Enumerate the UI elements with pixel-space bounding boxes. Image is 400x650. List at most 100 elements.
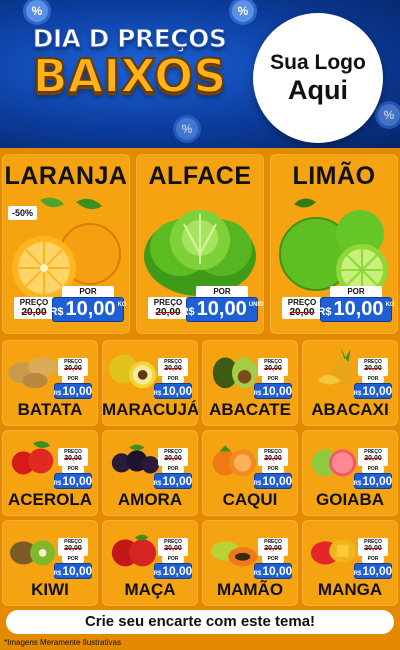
product-card-10[interactable]: PREÇO 20,00 POR R$ 10,00 MAÇA bbox=[102, 520, 198, 606]
currency: R$ bbox=[49, 306, 64, 318]
por-label: POR bbox=[362, 376, 384, 383]
current-price: R$ 10,00 bbox=[54, 473, 92, 489]
price-tag: PREÇO 20,00 POR R$ 10,00 bbox=[154, 538, 192, 582]
old-price: 20,00 bbox=[164, 365, 182, 372]
price-tag: POR PREÇO 20,00 R$ 10,00 KG bbox=[14, 286, 127, 326]
old-price: 20,00 bbox=[364, 545, 382, 552]
product-name: MAÇA bbox=[124, 580, 176, 599]
product-name: ABACATE bbox=[209, 400, 291, 419]
product-card-8[interactable]: PREÇO 20,00 POR R$ 10,00 GOIABA bbox=[302, 430, 398, 516]
product-card-12[interactable]: PREÇO 20,00 POR R$ 10,00 MANGA bbox=[302, 520, 398, 606]
old-price: 20,00 bbox=[164, 545, 182, 552]
product-name: KIWI bbox=[31, 580, 69, 599]
product-card-6[interactable]: PREÇO 20,00 POR R$ 10,00 AMORA bbox=[102, 430, 198, 516]
current-price: R$ 10,00 bbox=[354, 563, 392, 579]
price-value: 10,00 bbox=[362, 474, 393, 488]
price-value: 10,00 bbox=[62, 474, 93, 488]
currency: R$ bbox=[153, 391, 162, 397]
por-label: POR bbox=[262, 556, 284, 563]
create-flyer-button[interactable]: Crie seu encarte com este tema! bbox=[6, 610, 394, 634]
disclaimer-text: *Imagens Meramente Ilustrativas bbox=[4, 638, 121, 647]
old-price: 20,00 bbox=[264, 365, 282, 372]
price-tag: PREÇO 20,00 POR R$ 10,00 bbox=[354, 358, 392, 402]
price-unit: KG bbox=[385, 302, 395, 308]
product-card-7[interactable]: PREÇO 20,00 POR R$ 10,00 CAQUI bbox=[202, 430, 298, 516]
product-card-1[interactable]: PREÇO 20,00 POR R$ 10,00 BATATA bbox=[2, 340, 98, 426]
featured-card-limao[interactable]: LIMÃO POR PREÇO 20,00 R$ 10,00 KG bbox=[270, 154, 398, 334]
price-unit: UNID bbox=[248, 302, 264, 308]
price-value: 10,00 bbox=[62, 564, 93, 578]
price-tag: POR PREÇO 20,00 R$ 10,00 KG bbox=[282, 286, 395, 326]
current-price: R$ 10,00 bbox=[254, 563, 292, 579]
por-label: POR bbox=[162, 466, 184, 473]
price-value: 10,00 bbox=[262, 474, 293, 488]
current-price: R$ 10,00 bbox=[54, 383, 92, 399]
por-label: POR bbox=[362, 466, 384, 473]
old-price-box: PREÇO 20,00 bbox=[282, 297, 322, 319]
price-tag: PREÇO 20,00 POR R$ 10,00 bbox=[54, 448, 92, 492]
currency: R$ bbox=[253, 481, 262, 487]
header-banner: % % % % DIA D PREÇOS BAIXOS Sua Logo Aqu… bbox=[0, 0, 400, 148]
por-label: POR bbox=[362, 556, 384, 563]
percent-badge-icon: % bbox=[26, 0, 48, 22]
old-price-box: PREÇO 20,00 bbox=[358, 448, 388, 466]
currency: R$ bbox=[353, 481, 362, 487]
currency: R$ bbox=[317, 306, 332, 318]
product-name: BATATA bbox=[17, 400, 83, 419]
featured-card-alface[interactable]: ALFACE POR PREÇO 20,00 R$ 10,00 UNID bbox=[136, 154, 264, 334]
product-card-2[interactable]: PREÇO 20,00 POR R$ 10,00 MARACUJÁ bbox=[102, 340, 198, 426]
old-price: 20,00 bbox=[64, 455, 82, 462]
logo-placeholder[interactable]: Sua Logo Aqui bbox=[253, 13, 383, 143]
product-name: CAQUI bbox=[222, 490, 278, 509]
price-tag: PREÇO 20,00 POR R$ 10,00 bbox=[154, 448, 192, 492]
old-price-box: PREÇO 20,00 bbox=[158, 538, 188, 556]
old-price-box: PREÇO 20,00 bbox=[58, 358, 88, 376]
product-card-11[interactable]: PREÇO 20,00 POR R$ 10,00 MAMÃO bbox=[202, 520, 298, 606]
old-price: 20,00 bbox=[264, 455, 282, 462]
price-value: 10,00 bbox=[62, 384, 93, 398]
old-price: 20,00 bbox=[21, 307, 47, 318]
product-card-5[interactable]: PREÇO 20,00 POR R$ 10,00 ACEROLA bbox=[2, 430, 98, 516]
logo-line-2: Aqui bbox=[288, 75, 348, 105]
price-tag: PREÇO 20,00 POR R$ 10,00 bbox=[154, 358, 192, 402]
current-price: R$ 10,00 bbox=[254, 473, 292, 489]
price-value: 10,00 bbox=[262, 564, 293, 578]
price-value: 10,00 bbox=[162, 474, 193, 488]
currency: R$ bbox=[253, 391, 262, 397]
old-price: 20,00 bbox=[164, 455, 182, 462]
current-price: R$ 10,00 bbox=[254, 383, 292, 399]
por-label: POR bbox=[262, 376, 284, 383]
old-price: 20,00 bbox=[289, 307, 315, 318]
campaign-title: DIA D PREÇOS BAIXOS bbox=[22, 24, 237, 105]
product-name: ACEROLA bbox=[7, 490, 93, 509]
price-tag: PREÇO 20,00 POR R$ 10,00 bbox=[354, 538, 392, 582]
por-label: POR bbox=[62, 466, 84, 473]
product-card-3[interactable]: PREÇO 20,00 POR R$ 10,00 ABACATE bbox=[202, 340, 298, 426]
title-bottom-line: BAIXOS bbox=[32, 48, 228, 104]
price-value: 10,00 bbox=[162, 564, 193, 578]
currency: R$ bbox=[153, 481, 162, 487]
product-name: GOIABA bbox=[316, 490, 384, 509]
percent-badge-icon: % bbox=[378, 104, 400, 126]
product-card-4[interactable]: PREÇO 20,00 POR R$ 10,00 ABACAXI bbox=[302, 340, 398, 426]
por-label: POR bbox=[62, 556, 84, 563]
old-price-box: PREÇO 20,00 bbox=[158, 448, 188, 466]
currency: R$ bbox=[53, 481, 62, 487]
product-card-9[interactable]: PREÇO 20,00 POR R$ 10,00 KIWI bbox=[2, 520, 98, 606]
price-tag: PREÇO 20,00 POR R$ 10,00 bbox=[54, 358, 92, 402]
por-label: POR bbox=[162, 376, 184, 383]
featured-card-laranja[interactable]: LARANJA -50% POR PREÇO 20,00 R$ 10,00 KG bbox=[2, 154, 130, 334]
old-price-box: PREÇO 20,00 bbox=[258, 538, 288, 556]
old-price-box: PREÇO 20,00 bbox=[258, 448, 288, 466]
old-price: 20,00 bbox=[264, 545, 282, 552]
old-price-box: PREÇO 20,00 bbox=[258, 358, 288, 376]
price-tag: PREÇO 20,00 POR R$ 10,00 bbox=[254, 358, 292, 402]
product-name: MARACUJÁ bbox=[102, 400, 198, 419]
current-price: R$ 10,00 KG bbox=[317, 297, 395, 322]
old-price: 20,00 bbox=[64, 545, 82, 552]
por-label: POR bbox=[162, 556, 184, 563]
price-value: 10,00 bbox=[362, 564, 393, 578]
product-name: AMORA bbox=[117, 490, 183, 509]
current-price: R$ 10,00 bbox=[54, 563, 92, 579]
old-price-box: PREÇO 20,00 bbox=[158, 358, 188, 376]
